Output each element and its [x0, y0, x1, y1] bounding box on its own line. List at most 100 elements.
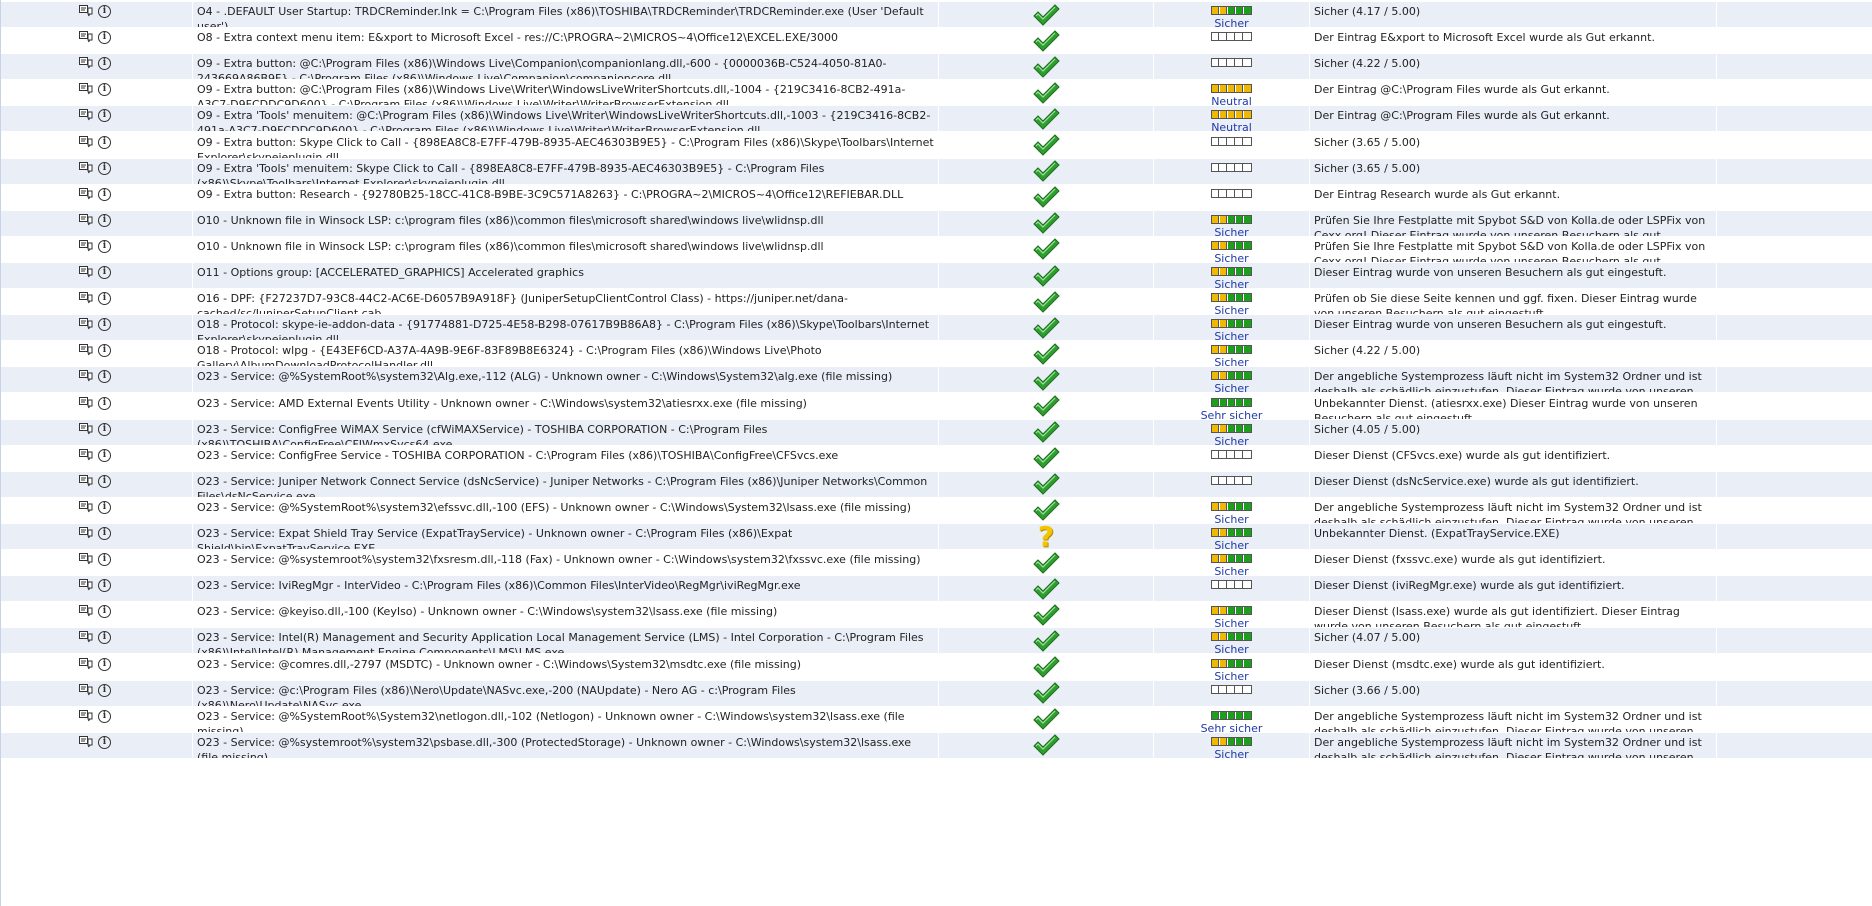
- edit-comment-icon[interactable]: [79, 474, 93, 487]
- info-icon[interactable]: i: [98, 448, 111, 462]
- info-icon[interactable]: i: [98, 474, 111, 488]
- rating-label: Sicher: [1214, 330, 1249, 341]
- rating-segment: [1212, 633, 1219, 641]
- log-entry-text: O23 - Service: Juniper Network Connect S…: [193, 471, 939, 497]
- info-icon[interactable]: i: [98, 344, 111, 358]
- info-icon[interactable]: i: [98, 239, 111, 253]
- info-icon[interactable]: i: [98, 5, 111, 18]
- rating-segment: [1212, 502, 1219, 510]
- edit-comment-icon[interactable]: [79, 553, 93, 565]
- info-icon[interactable]: i: [98, 318, 111, 332]
- rating-segment: [1220, 294, 1227, 302]
- rating-segment: [1220, 450, 1227, 458]
- info-icon[interactable]: i: [98, 735, 111, 749]
- info-icon[interactable]: i: [98, 553, 111, 567]
- row-actions: i: [1, 54, 193, 80]
- edit-comment-icon[interactable]: [79, 605, 93, 617]
- info-icon[interactable]: i: [98, 31, 111, 45]
- green-check-icon: [1032, 629, 1060, 653]
- info-icon[interactable]: i: [98, 605, 111, 619]
- question-mark-icon: ?: [1037, 524, 1055, 550]
- rating-cell: Sicher: [1154, 236, 1310, 262]
- info-icon[interactable]: i: [98, 396, 111, 410]
- edit-comment-icon[interactable]: [79, 344, 93, 356]
- green-check-icon: [1032, 498, 1060, 522]
- info-icon[interactable]: i: [98, 709, 111, 723]
- info-icon[interactable]: i: [98, 292, 111, 306]
- rating-segment: [1212, 659, 1219, 667]
- info-icon[interactable]: i: [98, 527, 111, 540]
- edit-comment-icon[interactable]: [79, 709, 93, 722]
- edit-comment-icon[interactable]: [79, 318, 93, 330]
- table-row: i O8 - Extra context menu item: E&xport t…: [1, 28, 1872, 55]
- rating-segment: [1220, 633, 1227, 641]
- rating-segment: [1228, 685, 1235, 693]
- edit-comment-icon[interactable]: [79, 109, 93, 121]
- info-icon[interactable]: i: [98, 161, 111, 175]
- assessment-text: Der Eintrag Research wurde als Gut erkan…: [1310, 184, 1717, 210]
- status-cell: [939, 732, 1154, 758]
- edit-comment-icon[interactable]: [79, 161, 93, 174]
- edit-comment-icon[interactable]: [79, 5, 93, 17]
- edit-comment-icon[interactable]: [79, 396, 93, 409]
- info-icon[interactable]: i: [98, 683, 111, 697]
- edit-comment-icon[interactable]: [79, 683, 93, 696]
- log-entry-text: O18 - Protocol: wlpg - {E43EF6CD-A37A-4A…: [193, 341, 939, 367]
- log-entry-text: O23 - Service: @%systemroot%\system32\fx…: [193, 550, 939, 576]
- row-actions: i: [1, 419, 193, 445]
- edit-comment-icon[interactable]: [79, 239, 93, 252]
- info-icon[interactable]: i: [98, 135, 111, 149]
- edit-comment-icon[interactable]: [79, 57, 93, 69]
- info-icon[interactable]: i: [98, 579, 111, 593]
- assessment-text: Dieser Dienst (CFSvcs.exe) wurde als gut…: [1310, 445, 1717, 471]
- rating-segment: [1228, 346, 1235, 354]
- rating-segment: [1220, 137, 1227, 145]
- info-icon[interactable]: i: [98, 370, 111, 384]
- edit-comment-icon[interactable]: [79, 448, 93, 461]
- green-check-icon: [1032, 211, 1060, 235]
- green-check-icon: [1032, 446, 1060, 470]
- rating-segment: [1228, 633, 1235, 641]
- edit-comment-icon[interactable]: [79, 83, 93, 95]
- info-icon[interactable]: i: [98, 631, 111, 645]
- edit-comment-icon[interactable]: [79, 135, 93, 148]
- rating-cell: Sicher: [1154, 289, 1310, 315]
- edit-comment-icon[interactable]: [79, 213, 93, 226]
- info-icon[interactable]: i: [98, 500, 111, 514]
- rating-segment: [1236, 137, 1243, 145]
- info-icon[interactable]: i: [98, 109, 111, 123]
- edit-comment-icon[interactable]: [79, 292, 93, 304]
- rating-label: Sicher: [1214, 512, 1249, 523]
- log-entry-text: O23 - Service: @comres.dll,-2797 (MSDTC)…: [193, 654, 939, 680]
- info-icon[interactable]: i: [98, 266, 111, 279]
- assessment-text: Prüfen Sie Ihre Festplatte mit Spybot S&…: [1310, 210, 1717, 236]
- edit-comment-icon[interactable]: [79, 187, 93, 200]
- edit-comment-icon[interactable]: [79, 31, 93, 43]
- edit-comment-icon[interactable]: [79, 422, 93, 435]
- edit-comment-icon[interactable]: [79, 631, 93, 643]
- edit-comment-icon[interactable]: [79, 527, 93, 539]
- edit-comment-icon[interactable]: [79, 266, 93, 278]
- edit-comment-icon[interactable]: [79, 500, 93, 513]
- info-icon[interactable]: i: [98, 187, 111, 201]
- rating-segment: [1228, 581, 1235, 589]
- edit-comment-icon[interactable]: [79, 735, 93, 748]
- assessment-text: Sicher (3.65 / 5.00): [1310, 158, 1717, 184]
- info-icon[interactable]: i: [98, 57, 111, 71]
- rating-segment: [1236, 607, 1243, 615]
- info-icon[interactable]: i: [98, 657, 111, 671]
- info-icon[interactable]: i: [98, 422, 111, 436]
- rating-label: Sicher: [1214, 565, 1249, 576]
- log-entry-text: O11 - Options group: [ACCELERATED_GRAPHI…: [193, 263, 939, 289]
- info-icon[interactable]: i: [98, 83, 111, 97]
- rating-cell: Neutral: [1154, 80, 1310, 106]
- edit-comment-icon[interactable]: [79, 579, 93, 591]
- log-entry-text: O23 - Service: ConfigFree WiMAX Service …: [193, 419, 939, 445]
- info-icon[interactable]: i: [98, 213, 111, 227]
- table-row: i O23 - Service: @keyiso.dll,-100 (KeyIso…: [1, 602, 1872, 629]
- rating-segment: [1220, 33, 1227, 41]
- edit-comment-icon[interactable]: [79, 370, 93, 382]
- assessment-text: Der angebliche Systemprozess läuft nicht…: [1310, 497, 1717, 523]
- edit-comment-icon[interactable]: [79, 657, 93, 670]
- rating-segment: [1244, 294, 1251, 302]
